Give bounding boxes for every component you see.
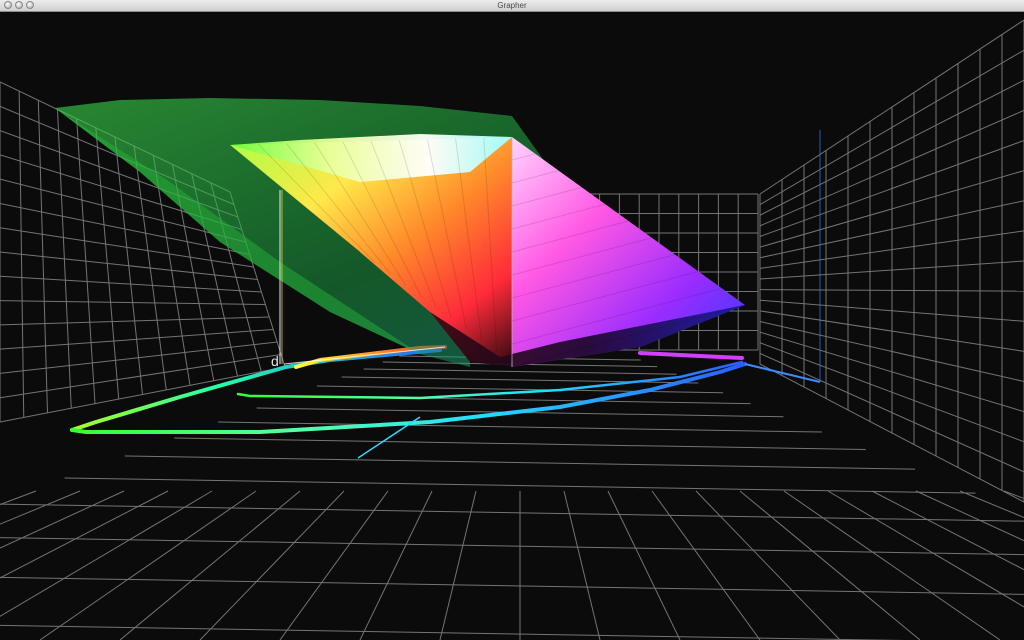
floor-grid-line <box>783 490 1001 640</box>
axis-label-d: d <box>271 353 279 369</box>
floor-grid-line <box>871 490 1024 571</box>
floor-grid-line <box>959 490 1024 519</box>
floor-grid-line <box>0 537 1024 556</box>
floor-grid-line <box>607 490 681 640</box>
grapher-window: Grapher d <box>0 0 1024 640</box>
floor-grid-line <box>39 490 257 640</box>
floor-grid-line <box>915 490 1024 542</box>
floor-grid-line <box>0 490 37 506</box>
floor-grid-line <box>363 368 677 375</box>
floor-grid-line <box>651 490 761 640</box>
floor-grid-line <box>0 624 905 640</box>
floor-grid-line <box>119 490 301 640</box>
3d-plot-canvas[interactable]: d <box>0 12 1024 640</box>
floor-grid-line <box>279 490 389 640</box>
left-wall-grid-line <box>0 329 274 350</box>
floor-grid-line <box>174 437 866 451</box>
title-bar[interactable]: Grapher <box>0 0 1024 12</box>
window-title: Grapher <box>497 1 527 10</box>
floor-grid-line <box>439 490 477 640</box>
projection-curves <box>70 345 747 434</box>
floor-grid-line <box>0 490 125 549</box>
floor-grid-line <box>124 455 916 470</box>
floor-grid-line <box>0 503 1024 522</box>
inner-projection-curve <box>236 360 744 400</box>
floor-grid-line <box>359 490 433 640</box>
left-wall-grid-line <box>0 251 258 280</box>
floor-grid-line <box>199 490 345 640</box>
floor-grid-line <box>0 490 213 617</box>
floor-grid-line <box>0 576 1024 595</box>
floor-grid-line <box>827 490 1024 608</box>
left-wall-grid-line <box>0 275 262 293</box>
floor-grid-line <box>739 490 921 640</box>
floor-grid-line <box>64 477 976 494</box>
floor-grid-line <box>695 490 841 640</box>
right-wall-grid <box>759 19 1024 503</box>
x-axis <box>283 346 446 365</box>
floor-grid-line <box>0 490 81 525</box>
magenta-projection-curve <box>638 351 744 360</box>
